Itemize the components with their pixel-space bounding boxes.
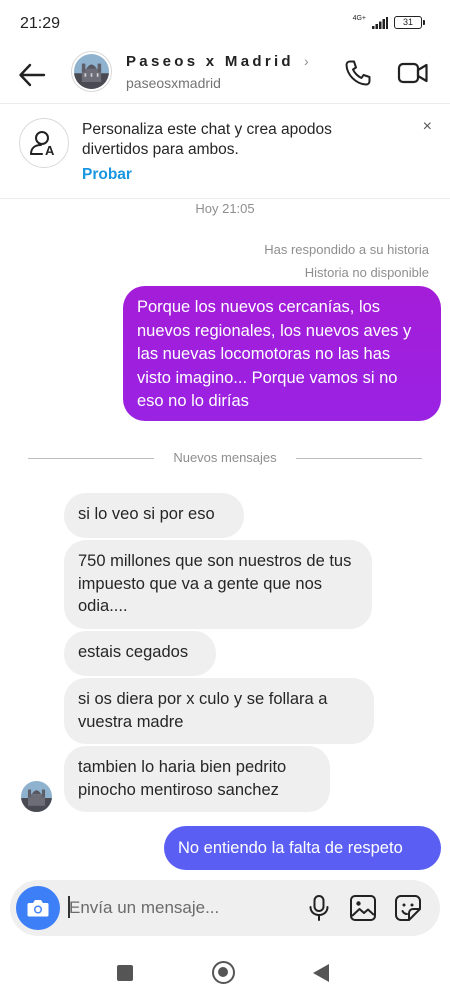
back-button[interactable]	[313, 964, 329, 982]
outgoing-message[interactable]: No entiendo la falta de respeto	[164, 826, 441, 870]
sender-avatar-image	[21, 781, 52, 812]
image-icon[interactable]	[349, 894, 377, 922]
phone-icon[interactable]	[343, 58, 373, 88]
new-messages-divider: Nuevos mensajes	[28, 449, 422, 469]
new-messages-label: Nuevos mensajes	[173, 450, 277, 465]
banner-text: Personaliza este chat y crea apodos dive…	[82, 121, 332, 158]
status-bar: 21:29 4G+ 31	[0, 0, 450, 50]
sender-avatar[interactable]	[21, 781, 52, 812]
signal-icon	[372, 16, 388, 29]
nickname-banner: A Personaliza este chat y crea apodos di…	[0, 104, 450, 199]
recent-apps-button[interactable]	[117, 965, 133, 981]
nickname-icon-wrap: A	[19, 118, 69, 168]
home-button[interactable]	[212, 961, 235, 984]
incoming-message[interactable]: 750 millones que son nuestros de tus imp…	[64, 540, 372, 629]
chat-timestamp: Hoy 21:05	[195, 201, 255, 216]
microphone-icon[interactable]	[306, 894, 332, 922]
chat-header: Paseos x Madrid › paseosxmadrid	[0, 50, 450, 104]
battery-icon: 31	[394, 16, 425, 29]
camera-icon	[27, 900, 49, 917]
contact-name[interactable]: Paseos x Madrid	[126, 53, 294, 70]
avatar-image	[74, 54, 109, 89]
message-input[interactable]	[69, 893, 239, 923]
incoming-message[interactable]: si os diera por x culo y se follara a vu…	[64, 678, 374, 744]
incoming-message[interactable]: estais cegados	[64, 631, 216, 676]
sticker-icon[interactable]	[394, 894, 422, 922]
outgoing-message[interactable]: Porque los nuevos cercanías, los nuevos …	[123, 286, 441, 421]
incoming-message[interactable]: si lo veo si por eso	[64, 493, 244, 538]
close-icon[interactable]: ×	[423, 118, 432, 136]
camera-button[interactable]	[16, 886, 60, 930]
system-nav-bar	[0, 945, 450, 1000]
chevron-right-icon[interactable]: ›	[304, 53, 309, 69]
status-icons: 4G+ 31	[352, 15, 425, 29]
status-time: 21:29	[20, 15, 61, 32]
network-type: 4G+	[352, 15, 366, 22]
nickname-icon: A	[30, 131, 55, 158]
svg-text:A: A	[45, 143, 55, 158]
contact-handle[interactable]: paseosxmadrid	[126, 75, 221, 91]
try-button[interactable]: Probar	[82, 166, 132, 184]
incoming-message[interactable]: tambien lo haria bien pedrito pinocho me…	[64, 746, 330, 812]
story-unavailable-note: Historia no disponible	[304, 265, 429, 280]
contact-avatar[interactable]	[71, 51, 112, 92]
arrow-left-icon[interactable]	[17, 60, 47, 90]
story-reply-note: Has respondido a su historia	[264, 242, 429, 257]
video-camera-icon[interactable]	[397, 59, 429, 87]
message-composer	[10, 880, 440, 936]
